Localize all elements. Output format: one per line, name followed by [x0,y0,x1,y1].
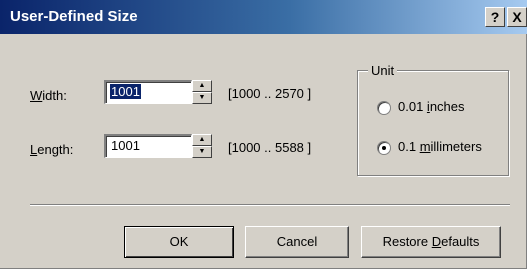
width-spin-down-button[interactable]: ▼ [192,92,212,104]
length-spinner[interactable]: ▲ ▼ [192,134,212,158]
inches-radio[interactable] [377,101,391,115]
dialog-title: User-Defined Size [10,8,138,25]
length-range: [1000 .. 5588 ] [228,140,312,155]
restore-defaults-button[interactable]: Restore Defaults [361,226,501,258]
width-input[interactable]: 1001 [104,80,192,104]
width-range: [1000 .. 2570 ] [228,86,312,101]
close-button[interactable]: X [507,7,527,27]
length-input[interactable]: 1001 [104,134,192,158]
width-label: Width: [30,88,67,103]
width-value: 1001 [110,84,141,99]
title-bar[interactable]: User-Defined Size ? X [0,0,527,34]
length-spin-down-button[interactable]: ▼ [192,146,212,158]
width-spin-up-button[interactable]: ▲ [192,80,212,92]
millimeters-radio-label[interactable]: 0.1 millimeters [398,139,482,154]
unit-group-legend: Unit [368,63,398,78]
cancel-button[interactable]: Cancel [245,226,349,258]
length-spin-up-button[interactable]: ▲ [192,134,212,146]
ok-button[interactable]: OK [124,226,234,258]
user-defined-size-dialog: User-Defined Size ? X Width: 1001 ▲ ▼ [1… [0,0,527,269]
unit-groupbox [357,70,509,176]
width-spinner[interactable]: ▲ ▼ [192,80,212,104]
inches-radio-label[interactable]: 0.01 inches [398,99,465,114]
help-button[interactable]: ? [485,7,505,27]
length-value: 1001 [111,138,140,153]
separator-line [30,204,510,206]
millimeters-radio[interactable] [377,141,391,155]
length-label: Length: [30,142,74,157]
